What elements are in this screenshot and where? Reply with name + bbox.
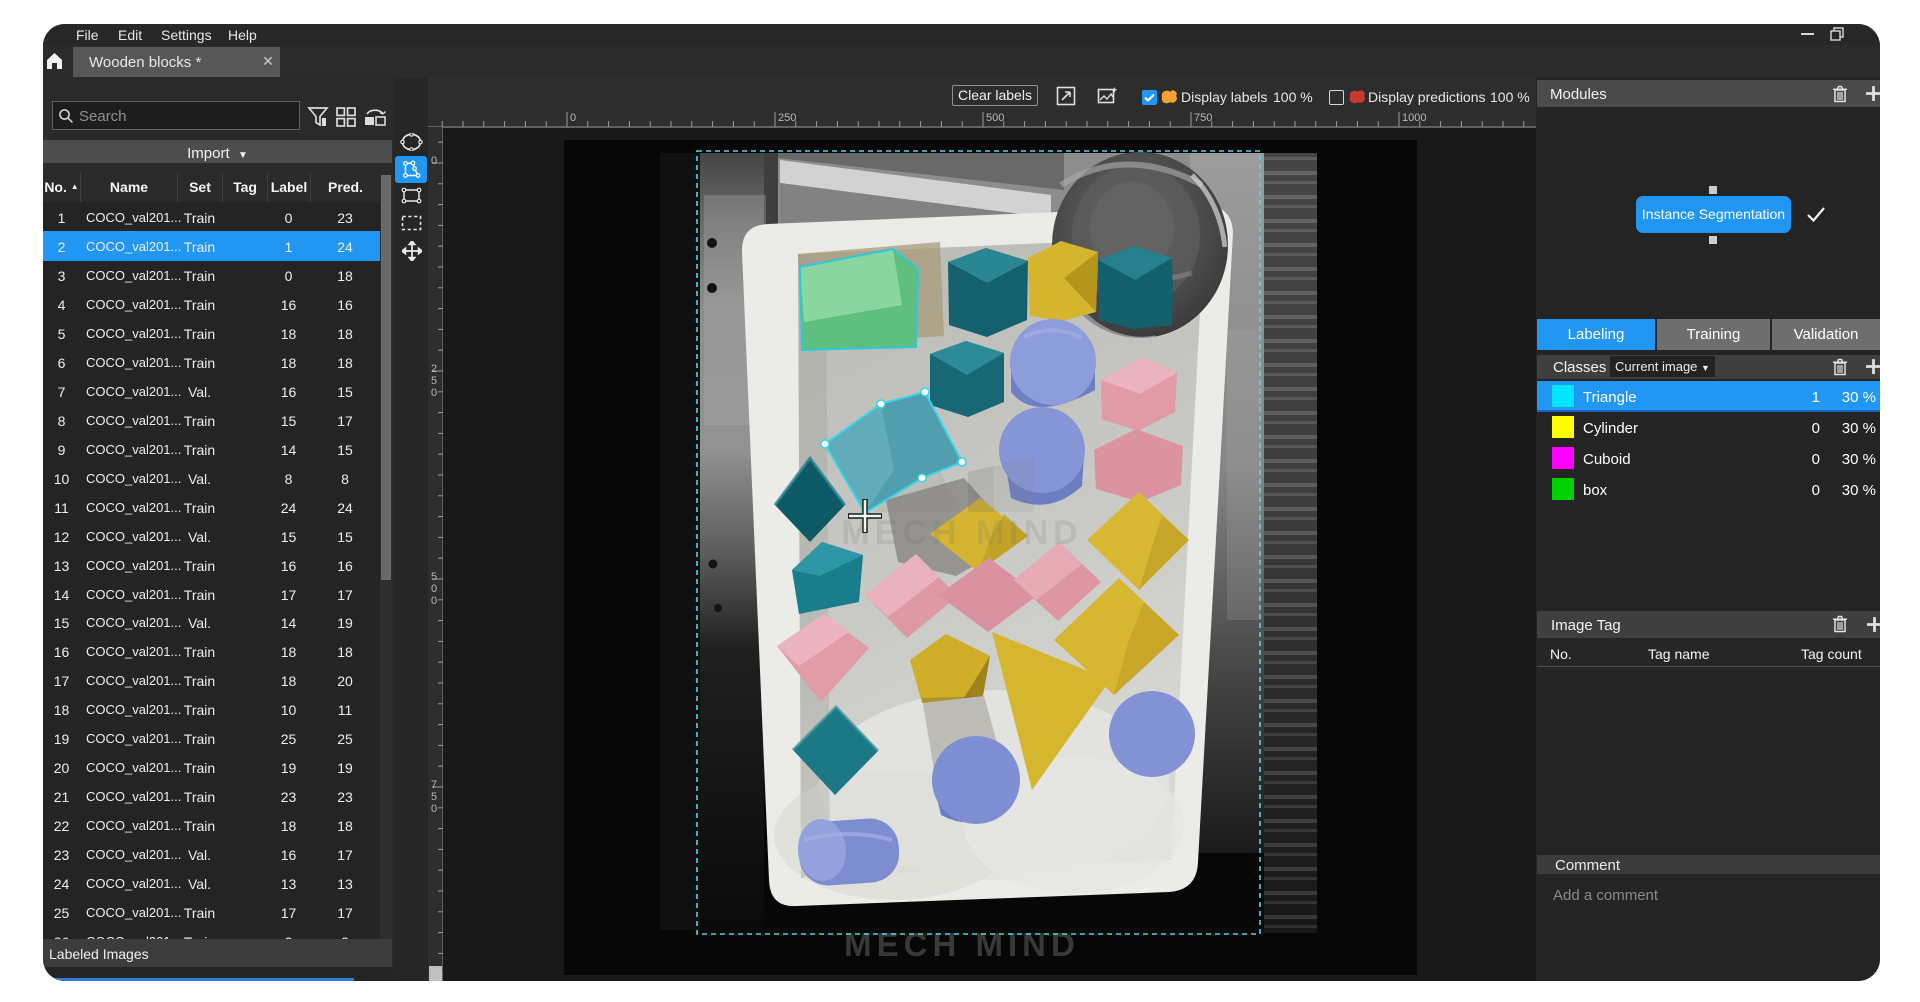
svg-text:7: 7 xyxy=(431,779,437,791)
svg-text:750: 750 xyxy=(1194,112,1212,124)
svg-text:250: 250 xyxy=(778,112,796,124)
svg-text:5: 5 xyxy=(431,791,437,803)
svg-text:0: 0 xyxy=(431,387,437,399)
svg-text:0: 0 xyxy=(570,112,576,124)
svg-text:0: 0 xyxy=(431,595,437,607)
svg-text:5: 5 xyxy=(431,571,437,583)
svg-text:MECH MIND: MECH MIND xyxy=(844,926,1080,963)
svg-text:0: 0 xyxy=(431,803,437,815)
svg-text:1000: 1000 xyxy=(1402,112,1426,124)
svg-text:0: 0 xyxy=(431,155,437,167)
svg-text:2: 2 xyxy=(431,363,437,375)
svg-text:500: 500 xyxy=(986,112,1004,124)
svg-text:0: 0 xyxy=(431,583,437,595)
svg-text:5: 5 xyxy=(431,375,437,387)
svg-text:MECH MIND: MECH MIND xyxy=(841,514,1082,552)
